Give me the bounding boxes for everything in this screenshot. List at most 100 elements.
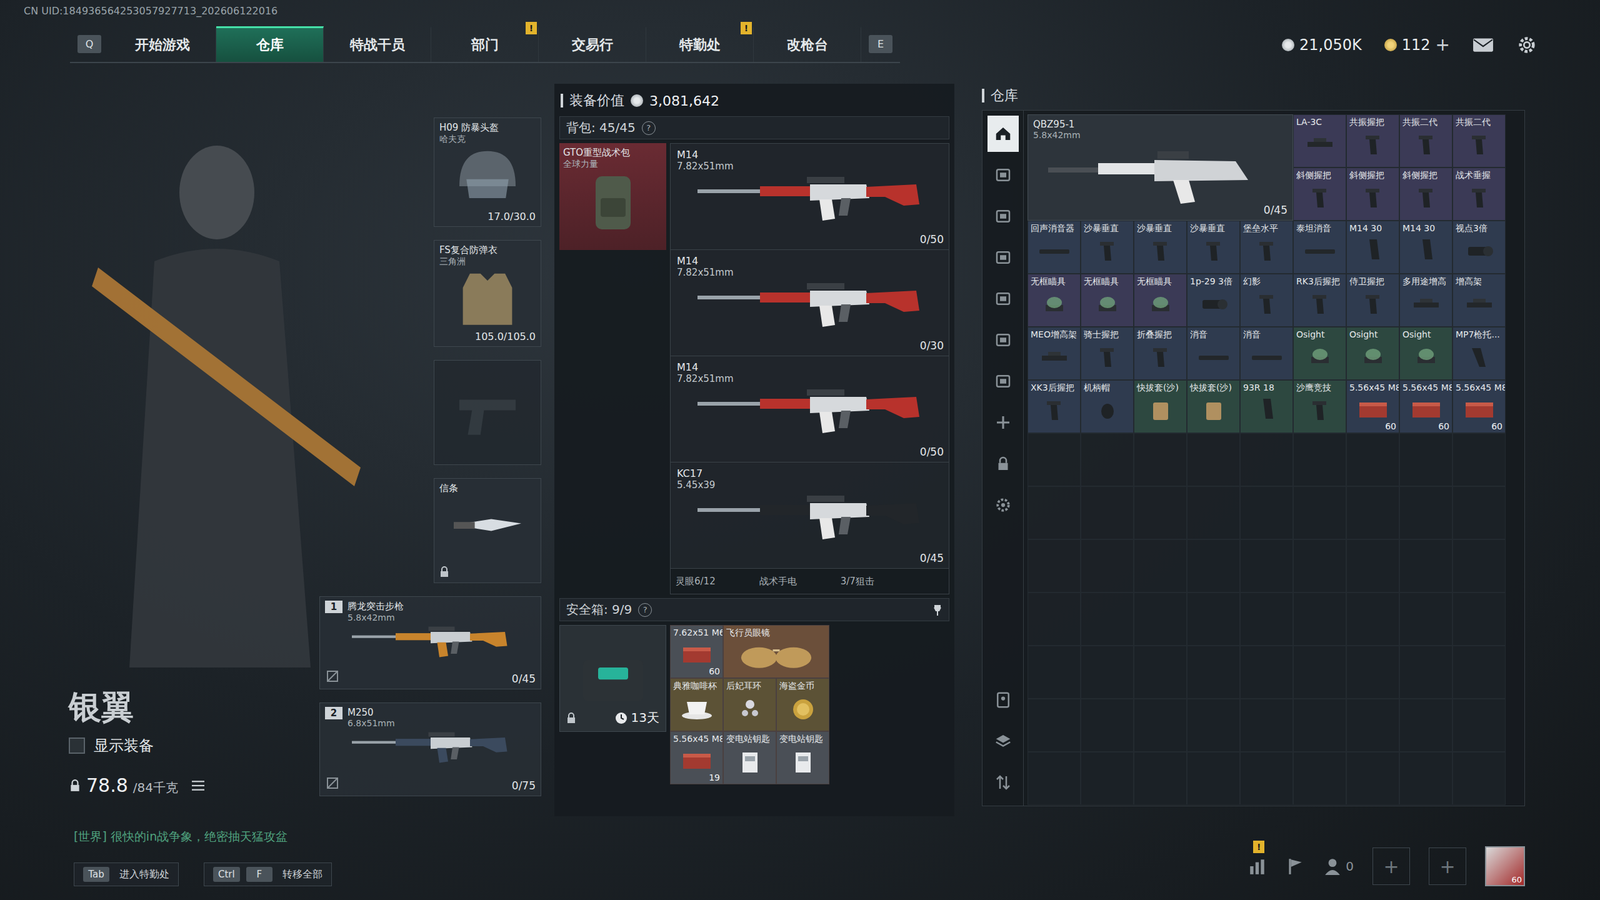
empty-cell[interactable]: [1293, 698, 1347, 752]
empty-cell[interactable]: [1186, 433, 1240, 487]
backpack-weapon[interactable]: KC175.45x390/45: [670, 462, 949, 569]
friends-button[interactable]: 0: [1323, 856, 1354, 876]
sidebar-tab[interactable]: [987, 115, 1019, 152]
sidebar-tab[interactable]: [987, 486, 1019, 524]
armor-slot[interactable]: FS复合防弹衣三角洲105.0/105.0: [433, 240, 542, 347]
stats-button[interactable]: !: [1248, 856, 1267, 876]
empty-cell[interactable]: [1346, 592, 1400, 646]
empty-cell[interactable]: [1346, 698, 1400, 752]
flag-button[interactable]: [1285, 856, 1305, 876]
safe-item[interactable]: 后妃耳环: [723, 678, 777, 732]
safe-box-slot[interactable]: 13天: [559, 625, 667, 732]
empty-cell[interactable]: [1080, 592, 1134, 646]
empty-cell[interactable]: [1186, 539, 1240, 593]
nav-tab[interactable]: 改枪台: [753, 26, 862, 62]
empty-cell[interactable]: [1399, 539, 1453, 593]
empty-cell[interactable]: [1399, 433, 1453, 487]
weapon-slot[interactable]: 1腾龙突击步枪5.8x42mm0/45: [319, 596, 542, 690]
empty-cell[interactable]: [1399, 751, 1453, 805]
empty-cell[interactable]: [1346, 433, 1400, 487]
empty-cell[interactable]: [1133, 698, 1187, 752]
empty-cell[interactable]: [1452, 433, 1506, 487]
nav-tab[interactable]: 交易行: [538, 26, 647, 62]
sidebar-tab[interactable]: [987, 156, 1019, 194]
sidebar-tab[interactable]: [987, 239, 1019, 276]
warehouse-item[interactable]: 泰坦消音: [1293, 220, 1347, 274]
warehouse-item[interactable]: M14 30: [1399, 220, 1453, 274]
warehouse-item[interactable]: 无框瞄具: [1133, 273, 1187, 327]
helmet-slot[interactable]: H09 防暴头盔哈夫克17.0/30.0: [433, 117, 542, 227]
pistol-slot[interactable]: [433, 360, 542, 465]
backpack-weapon[interactable]: M147.82x51mm0/50: [670, 143, 949, 250]
safe-item[interactable]: 变电站钥匙: [776, 731, 830, 785]
empty-cell[interactable]: [1080, 486, 1134, 540]
warehouse-item[interactable]: 沙暴垂直: [1133, 220, 1187, 274]
warehouse-item[interactable]: 5.56x45 M85560: [1346, 380, 1400, 434]
featured-weapon[interactable]: QBZ95-15.8x42mm0/45: [1027, 114, 1294, 221]
melee-slot[interactable]: 信条: [433, 478, 542, 584]
warehouse-item[interactable]: 快拔套(沙): [1186, 380, 1240, 434]
warehouse-item[interactable]: LA-3C: [1293, 114, 1347, 168]
pin-icon[interactable]: [932, 603, 943, 617]
warehouse-item[interactable]: 无框瞄具: [1080, 273, 1134, 327]
warehouse-item[interactable]: 5.56x45 M85560: [1399, 380, 1453, 434]
sidebar-tab[interactable]: [987, 198, 1019, 235]
empty-cell[interactable]: [1027, 698, 1081, 752]
invite-slot[interactable]: +: [1372, 847, 1410, 885]
gear-icon[interactable]: [1516, 35, 1538, 55]
empty-cell[interactable]: [1133, 433, 1187, 487]
prev-tab-key[interactable]: Q: [77, 35, 102, 54]
player-avatar[interactable]: 60: [1485, 846, 1525, 887]
warehouse-item[interactable]: 增高架: [1452, 273, 1506, 327]
warehouse-item[interactable]: 多用途增高: [1399, 273, 1453, 327]
sidebar-tool[interactable]: [987, 723, 1019, 760]
show-gear-checkbox[interactable]: [68, 737, 85, 754]
safe-item[interactable]: 飞行员眼镜: [723, 625, 830, 679]
empty-cell[interactable]: [1399, 592, 1453, 646]
nav-tab[interactable]: 开始游戏: [108, 26, 217, 62]
add-currency-button[interactable]: +: [1435, 34, 1450, 55]
empty-cell[interactable]: [1293, 539, 1347, 593]
small-item-label[interactable]: 灵眼6/12: [675, 575, 716, 588]
empty-cell[interactable]: [1452, 645, 1506, 699]
warehouse-item[interactable]: 回声消音器: [1027, 220, 1081, 274]
warehouse-item[interactable]: 堡垒水平: [1240, 220, 1294, 274]
warehouse-item[interactable]: 视点3倍: [1452, 220, 1506, 274]
safe-item[interactable]: 5.56x45 M85519: [670, 731, 724, 785]
empty-cell[interactable]: [1080, 433, 1134, 487]
empty-cell[interactable]: [1186, 645, 1240, 699]
safe-item[interactable]: 海盗金币: [776, 678, 830, 732]
warehouse-item[interactable]: 幻影: [1240, 273, 1294, 327]
warehouse-item[interactable]: 斜侧握把: [1293, 167, 1347, 221]
empty-cell[interactable]: [1452, 539, 1506, 593]
empty-cell[interactable]: [1027, 751, 1081, 805]
sidebar-tool[interactable]: [987, 681, 1019, 719]
empty-cell[interactable]: [1399, 486, 1453, 540]
nav-tab[interactable]: 部门!: [431, 26, 539, 62]
warehouse-item[interactable]: Osight: [1399, 326, 1453, 380]
empty-cell[interactable]: [1452, 592, 1506, 646]
warehouse-item[interactable]: 斜侧握把: [1399, 167, 1453, 221]
backpack-weapon[interactable]: M147.82x51mm0/30: [670, 250, 949, 357]
hotkey-button[interactable]: CtrlF转移全部: [203, 862, 332, 887]
warehouse-item[interactable]: 折叠握把: [1133, 326, 1187, 380]
empty-cell[interactable]: [1133, 539, 1187, 593]
warehouse-item[interactable]: 斜侧握把: [1346, 167, 1400, 221]
warehouse-item[interactable]: 战术垂握: [1452, 167, 1506, 221]
empty-cell[interactable]: [1186, 698, 1240, 752]
empty-cell[interactable]: [1346, 539, 1400, 593]
sidebar-tab[interactable]: [987, 445, 1019, 482]
empty-cell[interactable]: [1240, 433, 1294, 487]
safe-item[interactable]: 典雅咖啡杯: [670, 678, 724, 732]
empty-cell[interactable]: [1186, 592, 1240, 646]
empty-cell[interactable]: [1133, 751, 1187, 805]
hotkey-button[interactable]: Tab进入特勤处: [73, 862, 179, 887]
invite-slot[interactable]: +: [1428, 847, 1467, 885]
empty-cell[interactable]: [1293, 433, 1347, 487]
warehouse-item[interactable]: MP7枪托...: [1452, 326, 1506, 380]
help-button[interactable]: ?: [638, 603, 652, 617]
empty-cell[interactable]: [1186, 751, 1240, 805]
empty-cell[interactable]: [1240, 698, 1294, 752]
empty-cell[interactable]: [1027, 645, 1081, 699]
empty-cell[interactable]: [1452, 698, 1506, 752]
